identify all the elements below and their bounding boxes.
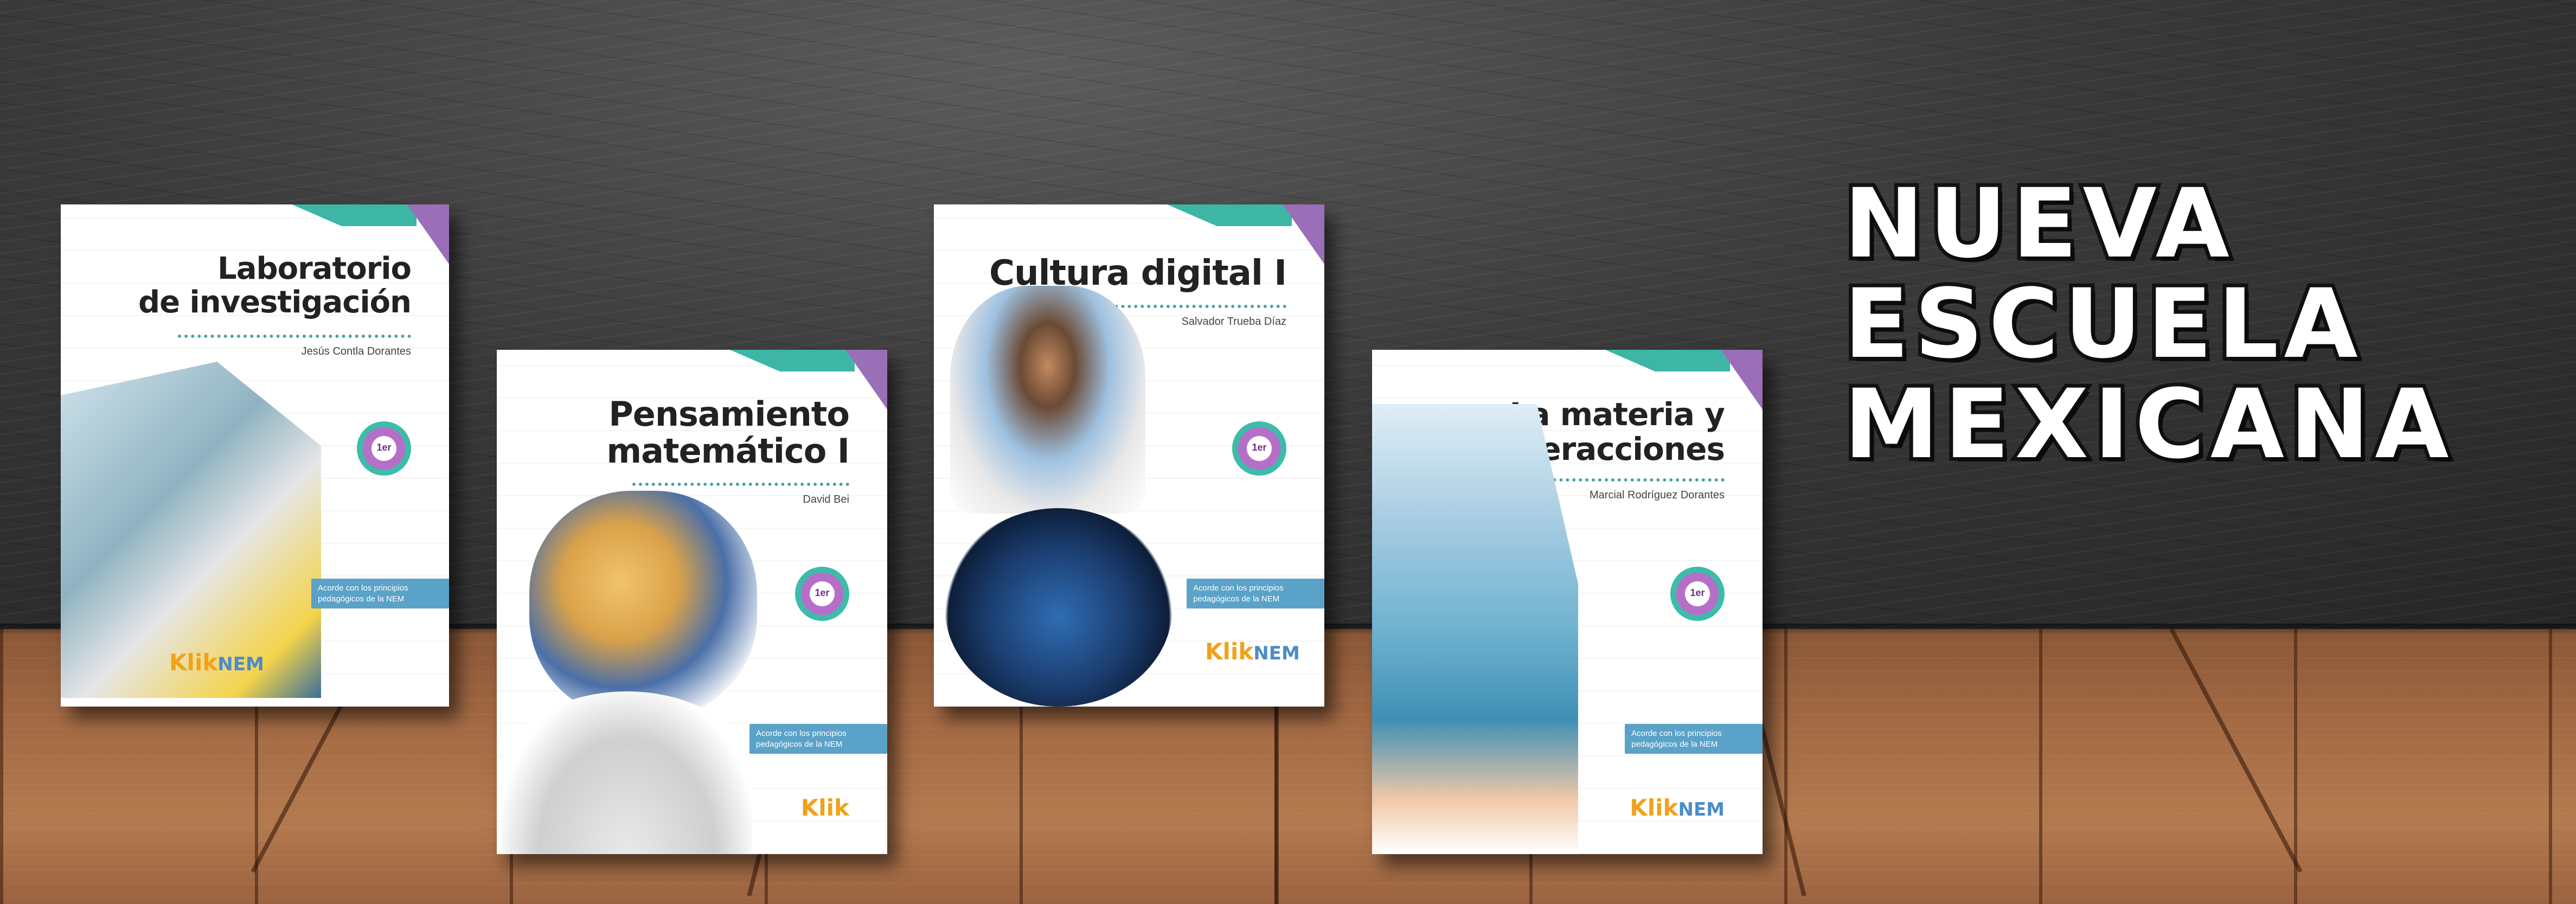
book-cover-pensamiento[interactable]: Pensamiento matemático I David Bei 1er A… <box>497 350 887 854</box>
grade-badge: 1er <box>1670 567 1725 621</box>
book-title-line1: Laboratorio <box>217 251 412 286</box>
publisher-logo: KlikNEM <box>1630 794 1725 821</box>
grade-badge-label: 1er <box>815 587 830 598</box>
book-title: Laboratorio de investigación <box>138 251 412 320</box>
publisher-logo-suffix: NEM <box>217 653 264 675</box>
book-title-line1: Pensamiento <box>608 394 850 434</box>
book-title-line2: de investigación <box>138 284 412 320</box>
title-divider <box>632 483 849 486</box>
book-cover-cultura-digital[interactable]: Cultura digital I Salvador Trueba Díaz 1… <box>934 204 1324 707</box>
book-author: Jesús Contla Dorantes <box>301 345 411 357</box>
publisher-logo: Klik <box>801 794 849 821</box>
publisher-logo-brand: Klik <box>169 649 218 676</box>
banner-scene: Laboratorio de investigación Jesús Contl… <box>0 0 2576 904</box>
publisher-logo-brand: Klik <box>800 794 849 821</box>
headline-line1: NUEVA <box>1840 168 2235 279</box>
publisher-logo: KlikNEM <box>169 649 264 676</box>
book-title-line2: matemático I <box>606 431 850 471</box>
book-cover-la-materia[interactable]: La materia y sus interacciones Marcial R… <box>1372 350 1763 854</box>
publisher-logo-brand: Klik <box>1630 794 1678 821</box>
nem-note: Acorde con los principios pedagógicos de… <box>1625 724 1763 754</box>
grade-badge: 1er <box>795 567 849 621</box>
title-divider <box>178 335 411 338</box>
grade-badge: 1er <box>357 421 411 476</box>
headline-line3: MEXICANA <box>1840 369 2455 480</box>
water-globe-hands-image <box>1372 404 1578 854</box>
publisher-logo: KlikNEM <box>1205 638 1300 665</box>
publisher-logo-suffix: NEM <box>1253 643 1300 664</box>
headline-line2: ESCUELA <box>1840 268 2363 380</box>
publisher-logo-brand: Klik <box>1205 638 1254 665</box>
nem-note: Acorde con los principios pedagógicos de… <box>749 724 887 754</box>
digital-globe-image <box>945 508 1172 707</box>
book-author: Salvador Trueba Díaz <box>1181 316 1286 328</box>
grade-badge: 1er <box>1232 421 1286 476</box>
publisher-logo-suffix: NEM <box>1678 799 1725 820</box>
book-title: Pensamiento matemático I <box>606 394 850 471</box>
grade-badge-label: 1er <box>1252 442 1267 453</box>
grade-badge-label: 1er <box>376 442 392 453</box>
book-author: Marcial Rodríguez Dorantes <box>1590 489 1725 501</box>
math-sphere-image <box>502 691 752 854</box>
book-author: David Bei <box>803 493 849 505</box>
nem-note: Acorde con los principios pedagógicos de… <box>1187 579 1324 608</box>
students-photo <box>529 491 757 719</box>
nem-note: Acorde con los principios pedagógicos de… <box>311 579 449 608</box>
book-cover-laboratorio[interactable]: Laboratorio de investigación Jesús Contl… <box>61 204 449 707</box>
grade-badge-label: 1er <box>1690 587 1705 598</box>
student-laptop-photo <box>950 286 1145 514</box>
